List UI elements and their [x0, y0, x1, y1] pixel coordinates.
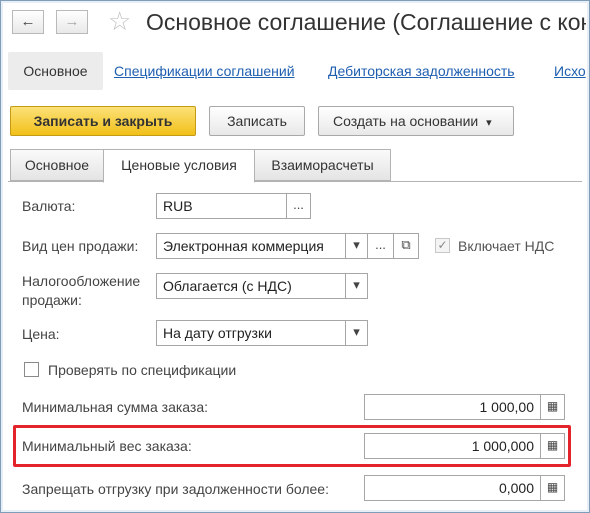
price-type-label: Вид цен продажи: [22, 238, 139, 254]
min-weight-field[interactable]: 1 000,000 [364, 433, 541, 459]
page-title: Основное соглашение (Соглашение с конт [146, 9, 586, 35]
section-main[interactable]: Основное [8, 52, 103, 90]
tab-price-conditions[interactable]: Ценовые условия [103, 149, 255, 183]
chevron-down-icon: ▾ [486, 117, 492, 129]
price-type-field[interactable]: Электронная коммерция [156, 233, 346, 259]
calculator-icon[interactable]: ▦ [541, 475, 565, 501]
calculator-icon[interactable]: ▦ [541, 394, 565, 420]
save-button[interactable]: Записать [209, 106, 305, 136]
create-based-on-button[interactable]: Создать на основании ▾ [318, 106, 514, 136]
price-type-select-button[interactable]: ... [368, 233, 394, 259]
section-link-receivables[interactable]: Дебиторская задолженность [328, 63, 515, 79]
price-type-dropdown-icon[interactable]: ▾ [346, 233, 368, 259]
currency-label: Валюта: [22, 198, 76, 214]
arrow-right-icon: → [64, 13, 80, 30]
favorite-star-icon[interactable]: ☆ [108, 6, 131, 36]
vat-included-checkbox[interactable]: ✓ [435, 238, 450, 253]
section-link-outgoing[interactable]: Исхо [554, 63, 586, 79]
arrow-left-icon: ← [20, 13, 36, 30]
check-icon: ✓ [437, 238, 448, 252]
check-spec-label: Проверять по спецификации [48, 362, 237, 378]
check-spec-checkbox[interactable] [24, 362, 39, 377]
forward-button[interactable]: → [56, 10, 88, 34]
price-field[interactable]: На дату отгрузки [156, 320, 346, 346]
currency-field[interactable]: RUB [156, 193, 287, 219]
create-based-on-label: Создать на основании [333, 113, 479, 129]
tab-settlements[interactable]: Взаиморасчеты [254, 149, 391, 181]
price-dropdown-icon[interactable]: ▾ [346, 320, 368, 346]
section-link-specifications[interactable]: Спецификации соглашений [114, 63, 295, 79]
taxation-dropdown-icon[interactable]: ▾ [346, 273, 368, 299]
save-and-close-button[interactable]: Записать и закрыть [10, 106, 196, 136]
currency-select-button[interactable]: ... [287, 193, 311, 219]
tab-main[interactable]: Основное [10, 149, 104, 181]
debt-limit-field[interactable]: 0,000 [364, 475, 541, 501]
price-label: Цена: [22, 326, 60, 342]
open-icon[interactable]: ⧉ [394, 233, 419, 259]
debt-limit-label: Запрещать отгрузку при задолженности бол… [22, 481, 329, 497]
calculator-icon[interactable]: ▦ [541, 433, 565, 459]
taxation-label: Налогообложение продажи: [22, 272, 152, 310]
back-button[interactable]: ← [12, 10, 44, 34]
taxation-label-text: Налогообложение продажи: [22, 273, 141, 308]
min-sum-field[interactable]: 1 000,00 [364, 394, 541, 420]
min-sum-label: Минимальная сумма заказа: [22, 399, 209, 415]
taxation-field[interactable]: Облагается (с НДС) [156, 273, 346, 299]
min-weight-label: Минимальный вес заказа: [22, 438, 192, 454]
vat-included-label: Включает НДС [458, 238, 555, 254]
